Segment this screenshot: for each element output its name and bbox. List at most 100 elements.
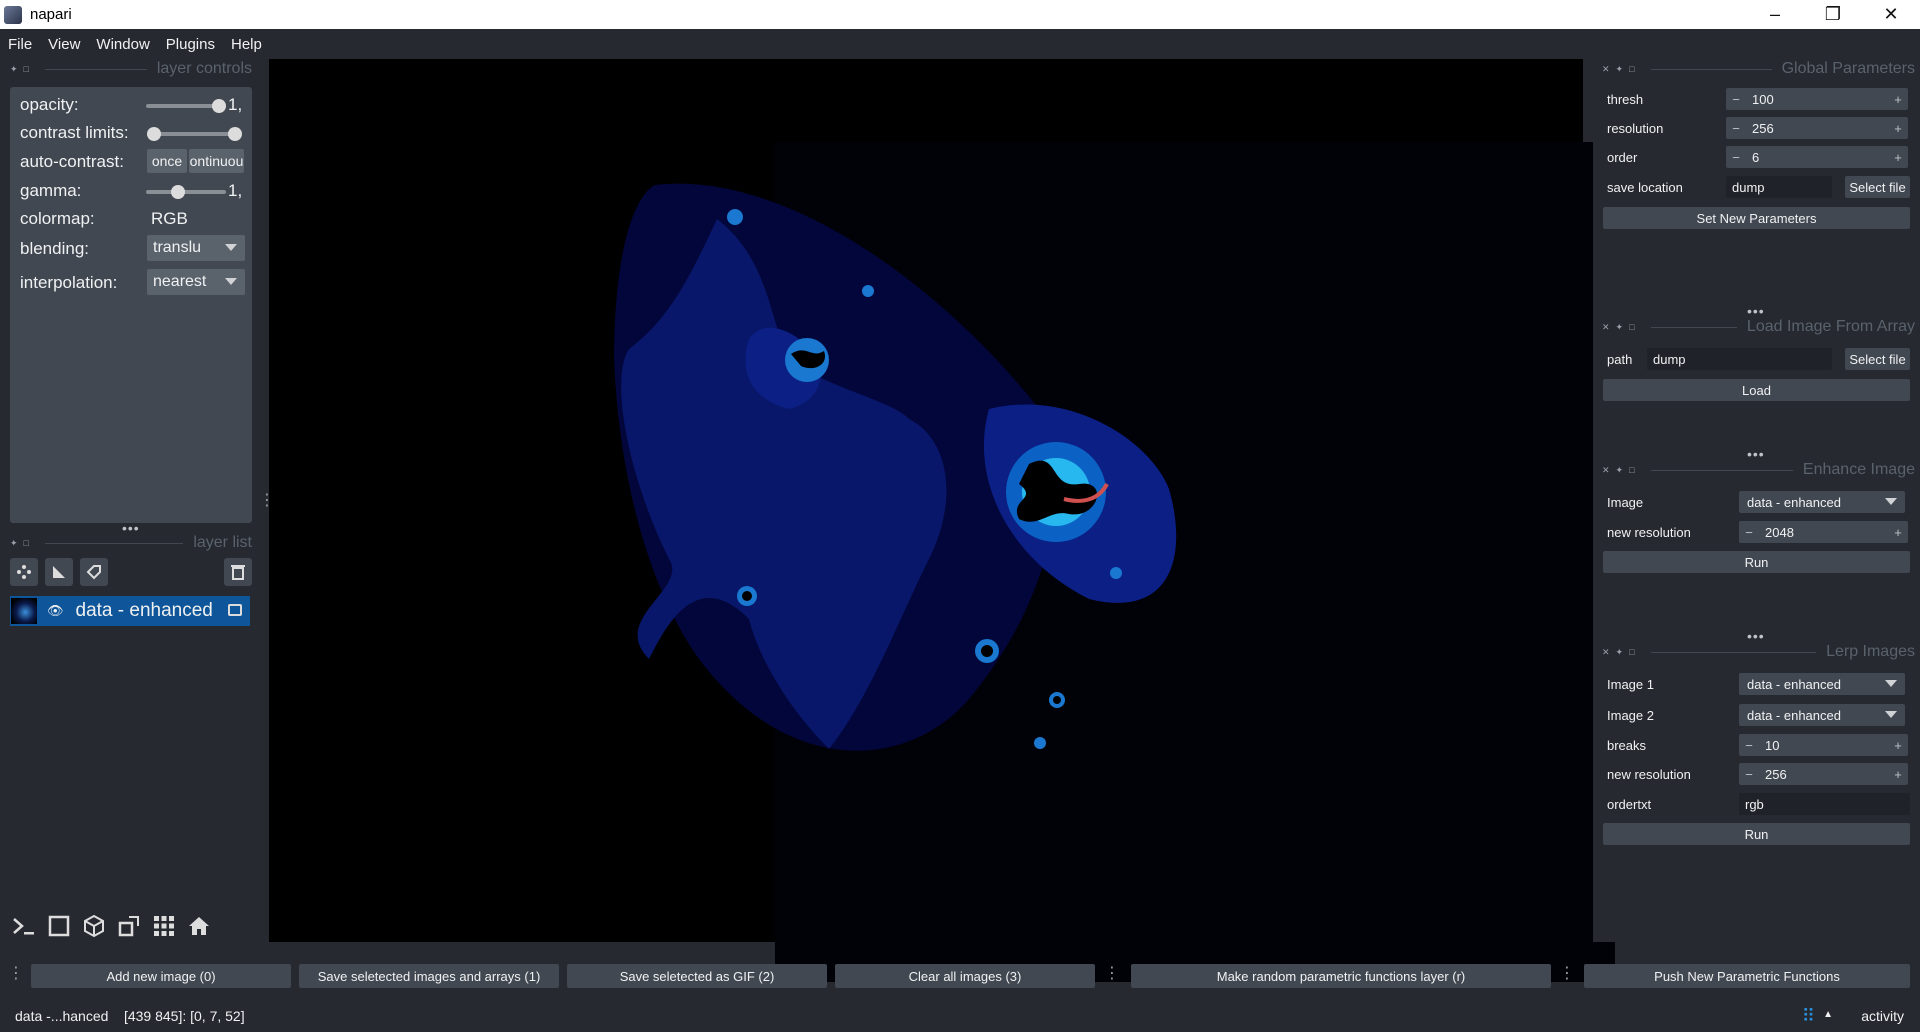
save-location-input[interactable]: dump (1726, 176, 1832, 198)
splitter-handle[interactable]: ⋮ (1559, 963, 1575, 983)
order-spinbox[interactable]: − 6 + (1726, 146, 1908, 168)
breaks-spinbox[interactable]: − 10 + (1739, 734, 1908, 756)
breaks-label: breaks (1607, 738, 1647, 753)
new-points-layer-button[interactable] (10, 558, 38, 586)
restore-icon[interactable]: ❐ (1804, 0, 1862, 29)
layer-name[interactable]: data - enhanced (76, 600, 213, 622)
image2-select[interactable]: data - enhanced (1739, 704, 1905, 726)
minus-icon[interactable]: − (1726, 121, 1746, 136)
resolution-spinbox[interactable]: − 256 + (1726, 117, 1908, 139)
delete-layer-button[interactable] (224, 558, 252, 586)
fractal-image (614, 183, 1177, 751)
menu-file[interactable]: File (0, 36, 40, 53)
lerp-run-button[interactable]: Run (1603, 823, 1910, 845)
add-new-image-button[interactable]: Add new image (0) (31, 964, 291, 988)
layer-item[interactable]: 👁 data - enhanced (10, 596, 250, 626)
plus-icon[interactable]: + (1888, 121, 1908, 136)
order-value[interactable]: 6 (1746, 150, 1888, 165)
load-button[interactable]: Load (1603, 379, 1910, 401)
breaks-value[interactable]: 10 (1759, 738, 1888, 753)
minus-icon[interactable]: − (1739, 738, 1759, 753)
thresh-value[interactable]: 100 (1746, 92, 1888, 107)
enhance-run-button[interactable]: Run (1603, 551, 1910, 573)
path-input[interactable]: dump (1647, 348, 1832, 370)
roll-dims-button[interactable] (80, 912, 108, 940)
thresh-spinbox[interactable]: − 100 + (1726, 88, 1908, 110)
gamma-slider[interactable] (146, 185, 226, 199)
plus-icon[interactable]: + (1888, 738, 1908, 753)
menu-plugins[interactable]: Plugins (158, 36, 223, 53)
splitter-handle[interactable]: ⋮ (1104, 963, 1120, 983)
grid-view-button[interactable] (150, 912, 178, 940)
lerp-resolution-spinbox[interactable]: − 256 + (1739, 763, 1908, 785)
push-parametric-functions-button[interactable]: Push New Parametric Functions (1584, 964, 1910, 988)
ordertxt-input[interactable]: rgb (1739, 793, 1910, 815)
plus-icon[interactable]: + (1888, 92, 1908, 107)
console-button[interactable] (10, 912, 38, 940)
viewer-canvas[interactable] (269, 59, 1615, 982)
new-shapes-layer-button[interactable] (45, 558, 73, 586)
minus-icon[interactable]: − (1726, 150, 1746, 165)
close-dock-icon[interactable]: ✕ (1602, 647, 1610, 658)
contrast-max-handle[interactable] (228, 127, 242, 141)
random-parametric-layer-button[interactable]: Make random parametric functions layer (… (1131, 964, 1551, 988)
save-images-arrays-button[interactable]: Save seletected images and arrays (1) (299, 964, 559, 988)
restore-dock-icon[interactable]: □ (1629, 465, 1634, 475)
activity-button[interactable]: activity (1861, 1008, 1904, 1024)
float-icon[interactable]: ✦ (1616, 465, 1624, 476)
new-labels-layer-button[interactable] (80, 558, 108, 586)
plus-icon[interactable]: + (1888, 525, 1908, 540)
enhance-resolution-spinbox[interactable]: − 2048 + (1739, 521, 1908, 543)
path-select-file-button[interactable]: Select file (1845, 348, 1910, 370)
activity-dots-icon[interactable]: ⠿ (1802, 1006, 1815, 1027)
menu-help[interactable]: Help (223, 36, 270, 53)
minus-icon[interactable]: − (1739, 767, 1759, 782)
image1-select[interactable]: data - enhanced (1739, 673, 1905, 695)
opacity-handle[interactable] (212, 99, 226, 113)
plus-icon[interactable]: + (1888, 150, 1908, 165)
resolution-value[interactable]: 256 (1746, 121, 1888, 136)
menu-view[interactable]: View (40, 36, 88, 53)
auto-contrast-continuous-button[interactable]: ontinuou (189, 149, 244, 173)
blending-select[interactable]: translu (147, 235, 245, 261)
opacity-slider[interactable] (146, 99, 226, 113)
restore-dock-icon[interactable]: □ (24, 538, 29, 548)
gamma-handle[interactable] (171, 185, 185, 199)
enhance-resolution-value[interactable]: 2048 (1759, 525, 1888, 540)
restore-dock-icon[interactable]: □ (1629, 647, 1634, 657)
minimize-icon[interactable]: – (1746, 0, 1804, 29)
minus-icon[interactable]: − (1726, 92, 1746, 107)
enhance-image-select[interactable]: data - enhanced (1739, 491, 1905, 513)
close-dock-icon[interactable]: ✕ (1602, 64, 1610, 75)
close-dock-icon[interactable]: ✕ (1602, 465, 1610, 476)
float-icon[interactable]: ✦ (1616, 647, 1624, 658)
float-icon[interactable]: ✦ (10, 64, 18, 75)
close-dock-icon[interactable]: ✕ (1602, 322, 1610, 333)
float-icon[interactable]: ✦ (1616, 322, 1624, 333)
home-button[interactable] (185, 912, 213, 940)
auto-contrast-once-button[interactable]: once (147, 149, 187, 173)
set-new-parameters-button[interactable]: Set New Parameters (1603, 207, 1910, 229)
lerp-resolution-value[interactable]: 256 (1759, 767, 1888, 782)
visibility-eye-icon[interactable]: 👁 (47, 603, 64, 619)
float-icon[interactable]: ✦ (1616, 64, 1624, 75)
chevron-down-icon (1885, 680, 1897, 687)
plus-icon[interactable]: + (1888, 767, 1908, 782)
restore-dock-icon[interactable]: □ (1629, 322, 1634, 332)
caret-up-icon[interactable]: ▲ (1823, 1009, 1833, 1020)
ndisplay-button[interactable] (45, 912, 73, 940)
restore-dock-icon[interactable]: □ (24, 64, 29, 74)
transpose-button[interactable] (115, 912, 143, 940)
contrast-limits-slider[interactable] (147, 127, 242, 141)
save-gif-button[interactable]: Save seletected as GIF (2) (567, 964, 827, 988)
clear-all-images-button[interactable]: Clear all images (3) (835, 964, 1095, 988)
save-select-file-button[interactable]: Select file (1845, 176, 1910, 198)
menu-window[interactable]: Window (88, 36, 157, 53)
close-icon[interactable]: ✕ (1862, 0, 1920, 29)
splitter-handle[interactable]: ⋮ (8, 963, 24, 983)
restore-dock-icon[interactable]: □ (1629, 64, 1634, 74)
interpolation-select[interactable]: nearest (147, 269, 245, 295)
float-icon[interactable]: ✦ (10, 538, 18, 549)
contrast-min-handle[interactable] (147, 127, 161, 141)
minus-icon[interactable]: − (1739, 525, 1759, 540)
